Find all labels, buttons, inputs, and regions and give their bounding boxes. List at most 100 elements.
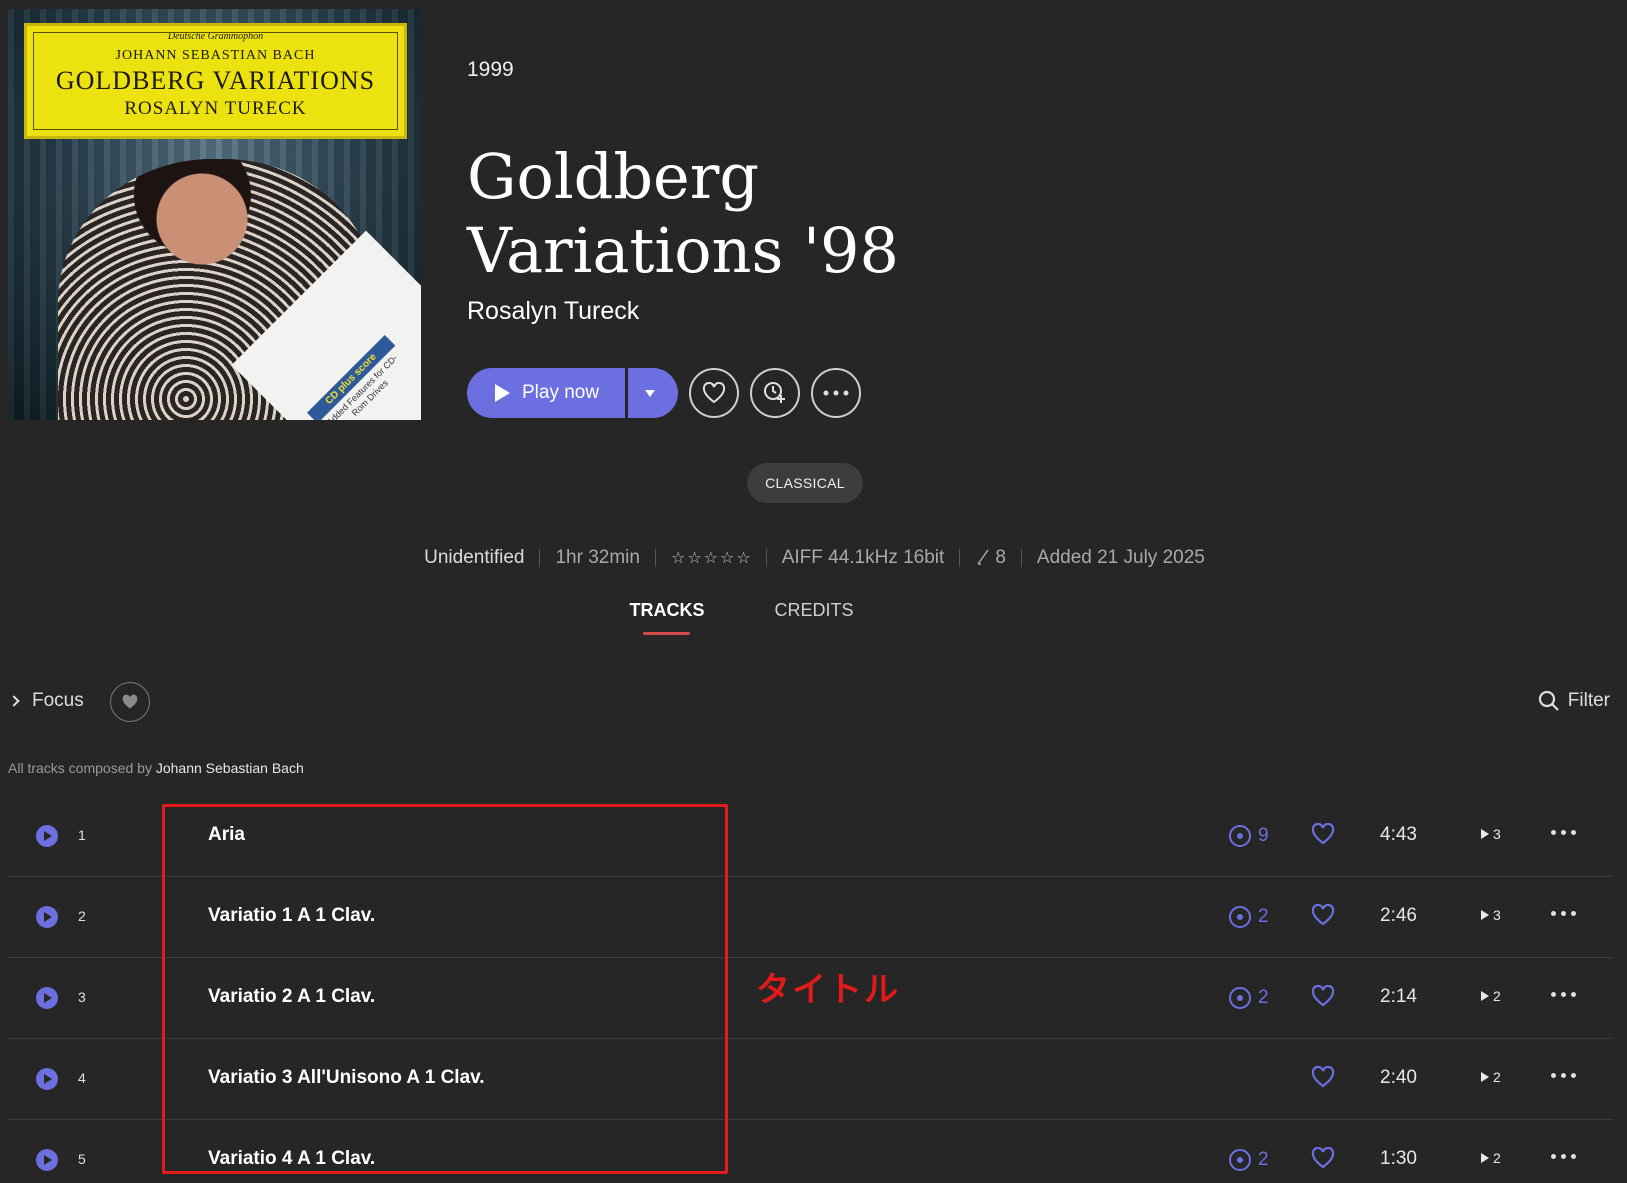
album-cover[interactable]: Deutsche Grammophon JOHANN SEBASTIAN BAC… <box>8 9 421 420</box>
divider <box>765 549 767 567</box>
track-duration: 2:14 <box>1380 986 1417 1007</box>
play-count-value: 3 <box>1493 826 1501 842</box>
search-icon <box>1538 690 1559 711</box>
heart-icon <box>1311 1065 1335 1088</box>
track-number: 4 <box>78 1070 86 1086</box>
composer-name[interactable]: Johann Sebastian Bach <box>156 760 304 776</box>
track-versions[interactable]: 2 <box>1228 1148 1269 1172</box>
track-favorite-button[interactable] <box>1311 1065 1335 1093</box>
disc-icon <box>1229 906 1251 928</box>
heart-icon <box>122 694 138 709</box>
clock-plus-icon <box>764 382 785 403</box>
album-artist[interactable]: Rosalyn Tureck <box>467 297 639 326</box>
heart-icon <box>1311 822 1335 845</box>
play-track-icon[interactable] <box>36 987 58 1009</box>
divider <box>654 549 656 567</box>
track-duration: 2:46 <box>1380 905 1417 926</box>
star-icon[interactable]: ☆ <box>720 548 734 568</box>
album-title: Goldberg Variations '98 <box>467 140 1167 288</box>
identification-status[interactable]: Unidentified <box>424 547 524 569</box>
track-play-count: 3 <box>1481 907 1501 923</box>
play-count-icon <box>1481 991 1489 1001</box>
track-versions-count: 2 <box>1258 906 1269 927</box>
track-row[interactable]: 1 Aria 9 4:43 3 <box>8 796 1613 877</box>
play-track-icon[interactable] <box>36 1068 58 1090</box>
track-favorite-button[interactable] <box>1311 1146 1335 1174</box>
track-more-button[interactable] <box>1551 1148 1576 1165</box>
play-now-button[interactable]: Play now <box>467 368 625 418</box>
divider <box>539 549 541 567</box>
track-versions[interactable]: 9 <box>1228 824 1269 848</box>
album-year: 1999 <box>467 58 514 81</box>
focus-toggle[interactable]: Focus <box>8 690 84 712</box>
disc-icon <box>1229 825 1251 847</box>
disc-icon <box>1229 987 1251 1009</box>
play-track-icon[interactable] <box>36 1149 58 1171</box>
track-play-count: 2 <box>1481 1150 1501 1166</box>
track-title[interactable]: Variatio 4 A 1 Clav. <box>208 1148 375 1170</box>
star-icon[interactable]: ☆ <box>736 548 750 568</box>
play-track-icon[interactable] <box>36 825 58 847</box>
track-favorite-button[interactable] <box>1311 984 1335 1012</box>
play-count-icon <box>1481 1072 1489 1082</box>
favorite-button[interactable] <box>689 368 739 418</box>
star-icon[interactable]: ☆ <box>704 548 718 568</box>
track-title[interactable]: Variatio 3 All'Unisono A 1 Clav. <box>208 1067 485 1089</box>
heart-icon <box>1311 984 1335 1007</box>
star-icon[interactable]: ☆ <box>671 548 685 568</box>
ellipsis-icon <box>823 390 849 396</box>
track-title[interactable]: Variatio 2 A 1 Clav. <box>208 986 375 1008</box>
track-row[interactable]: 2 Variatio 1 A 1 Clav. 2 2:46 3 <box>8 877 1613 958</box>
divider <box>1020 549 1022 567</box>
rating-stars[interactable]: ☆ ☆ ☆ ☆ ☆ <box>671 548 751 568</box>
track-number: 3 <box>78 989 86 1005</box>
chevron-down-icon <box>645 389 655 397</box>
track-versions[interactable]: 2 <box>1228 905 1269 929</box>
tab-tracks[interactable]: TRACKS <box>629 600 704 635</box>
cover-label-border <box>33 32 398 130</box>
divider <box>959 549 961 567</box>
track-play-count: 2 <box>1481 1069 1501 1085</box>
track-more-button[interactable] <box>1551 986 1576 1003</box>
tab-credits[interactable]: CREDITS <box>774 600 853 635</box>
play-count-icon <box>1481 1153 1489 1163</box>
play-count-icon <box>1481 910 1489 920</box>
track-number: 5 <box>78 1151 86 1167</box>
filter-button[interactable]: Filter <box>1538 690 1610 712</box>
play-now-label: Play now <box>522 382 600 403</box>
track-play-count: 3 <box>1481 826 1501 842</box>
chevron-right-icon <box>8 695 20 707</box>
album-page: Deutsche Grammophon JOHANN SEBASTIAN BAC… <box>0 0 1627 1183</box>
album-duration: 1hr 32min <box>555 547 640 568</box>
play-count-value: 2 <box>1493 988 1501 1004</box>
track-row[interactable]: 4 Variatio 3 All'Unisono A 1 Clav. 2:40 … <box>8 1039 1613 1120</box>
add-to-queue-button[interactable] <box>750 368 800 418</box>
track-favorite-button[interactable] <box>1311 903 1335 931</box>
album-metadata: Unidentified 1hr 32min ☆ ☆ ☆ ☆ ☆ AIFF 44… <box>0 547 1627 569</box>
more-options-button[interactable] <box>811 368 861 418</box>
play-icon <box>495 384 510 402</box>
track-favorite-button[interactable] <box>1311 822 1335 850</box>
album-tabs: TRACKS CREDITS <box>0 600 1555 635</box>
track-row[interactable]: 5 Variatio 4 A 1 Clav. 2 1:30 2 <box>8 1120 1613 1183</box>
track-title[interactable]: Variatio 1 A 1 Clav. <box>208 905 375 927</box>
star-icon[interactable]: ☆ <box>687 548 701 568</box>
track-more-button[interactable] <box>1551 905 1576 922</box>
play-track-icon[interactable] <box>36 906 58 928</box>
play-options-dropdown[interactable] <box>628 368 678 418</box>
audio-format: AIFF 44.1kHz 16bit <box>781 547 945 568</box>
disc-icon <box>1229 1149 1251 1171</box>
track-duration: 4:43 <box>1380 824 1417 845</box>
favorites-filter-button[interactable] <box>110 682 150 722</box>
genre-tag[interactable]: CLASSICAL <box>747 463 863 503</box>
loudness-icon <box>977 549 989 565</box>
track-title[interactable]: Aria <box>208 824 245 846</box>
track-more-button[interactable] <box>1551 824 1576 841</box>
track-duration: 1:30 <box>1380 1148 1417 1169</box>
cover-label: Deutsche Grammophon JOHANN SEBASTIAN BAC… <box>24 23 407 139</box>
track-versions[interactable]: 2 <box>1228 986 1269 1010</box>
track-number: 1 <box>78 827 86 843</box>
track-more-button[interactable] <box>1551 1067 1576 1084</box>
composer-credit: All tracks composed by Johann Sebastian … <box>8 760 304 776</box>
heart-icon <box>1311 1146 1335 1169</box>
